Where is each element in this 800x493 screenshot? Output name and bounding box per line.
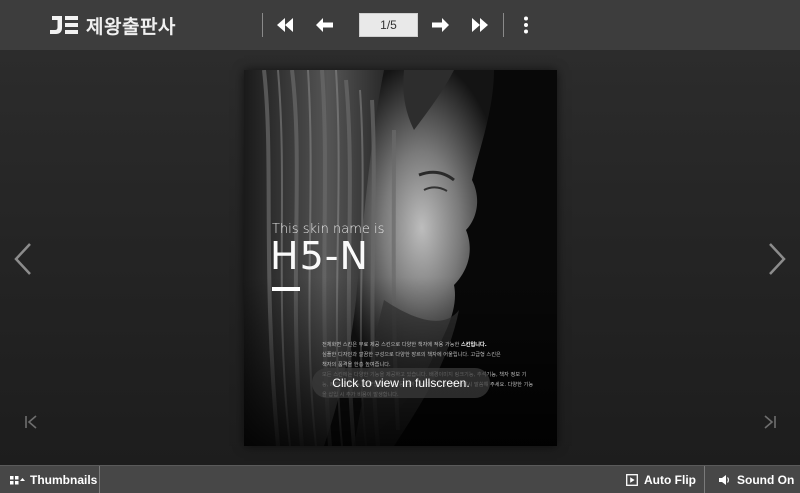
stage-next-button[interactable]: [766, 242, 788, 276]
vertical-dots-icon: [524, 16, 528, 34]
stage-last-page-button[interactable]: [762, 414, 778, 430]
stage-previous-button[interactable]: [12, 242, 34, 276]
previous-page-button[interactable]: [313, 13, 337, 37]
chevron-right-icon: [769, 243, 786, 275]
description-highlight: 스킨입니다.: [460, 342, 487, 348]
title-underline: [272, 287, 300, 291]
brand-logo[interactable]: 제왕출판사: [50, 12, 176, 38]
top-toolbar: 제왕출판사 1/5: [0, 0, 800, 50]
auto-flip-button[interactable]: Auto Flip: [626, 466, 696, 493]
skip-to-end-icon: [764, 415, 776, 429]
chevron-left-icon: [14, 243, 31, 275]
fullscreen-hint-button[interactable]: Click to view in fullscreen.: [312, 368, 490, 398]
double-arrow-left-icon: [277, 18, 293, 32]
thumbnails-button[interactable]: Thumbnails: [10, 466, 97, 493]
page-indicator-input[interactable]: 1/5: [359, 13, 418, 37]
toolbar-divider: [262, 13, 263, 37]
bottom-divider: [704, 466, 705, 493]
brand-name: 제왕출판사: [86, 15, 176, 38]
toolbar-divider: [503, 13, 504, 37]
auto-flip-label: Auto Flip: [644, 473, 696, 487]
thumbnails-grid-icon: [10, 476, 25, 485]
speaker-icon: [719, 475, 729, 485]
next-page-button[interactable]: [428, 13, 452, 37]
skip-to-start-icon: [25, 415, 37, 429]
description-line: 심플한 디자인과 깔끔한 구성으로 다양한 장르의 책자에 어울립니다. 고급형…: [322, 352, 501, 358]
play-box-icon: [626, 474, 638, 486]
arrow-right-icon: [432, 18, 449, 32]
description-line: 전체화면 스킨은 무료 제공 스킨으로 다양한 책자에 적용 가능한 스킨입니다…: [322, 342, 487, 348]
sound-toggle-button[interactable]: Sound On: [719, 466, 794, 493]
bottom-divider: [99, 466, 100, 493]
stage-first-page-button[interactable]: [23, 414, 39, 430]
thumbnails-label: Thumbnails: [30, 473, 98, 487]
last-page-button[interactable]: [468, 13, 492, 37]
first-page-button[interactable]: [273, 13, 297, 37]
skin-name-title: H5-N: [270, 234, 369, 278]
arrow-left-icon: [316, 18, 333, 32]
book-page-cover[interactable]: This skin name is H5-N 전체화면 스킨은 무료 제공 스킨…: [244, 70, 557, 446]
sound-label: Sound On: [737, 473, 795, 487]
more-options-button[interactable]: [514, 13, 538, 37]
je-logo-icon: [50, 14, 80, 36]
double-arrow-right-icon: [472, 18, 488, 32]
bottom-toolbar: Thumbnails Auto Flip Sound On: [0, 465, 800, 493]
